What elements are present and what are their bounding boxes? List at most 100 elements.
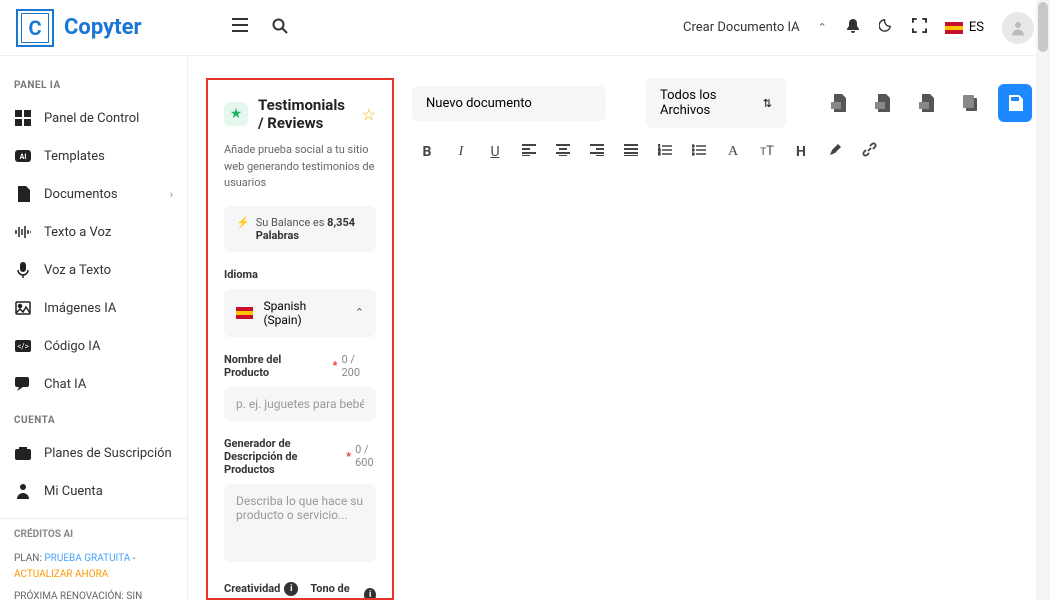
save-button[interactable] bbox=[998, 84, 1032, 122]
chevron-right-icon: › bbox=[170, 188, 173, 201]
upgrade-link[interactable]: ACTUALIZAR AHORA bbox=[14, 569, 108, 580]
flag-spain-icon bbox=[236, 307, 253, 319]
sidebar-section-panel: PANEL IA bbox=[0, 68, 187, 99]
plan-link[interactable]: PRUEBA GRATUITA bbox=[44, 553, 130, 564]
fullscreen-icon[interactable] bbox=[912, 18, 927, 37]
bold-button[interactable]: B bbox=[418, 144, 436, 160]
export-pdf-button[interactable] bbox=[866, 84, 900, 122]
editor-area: Todos los Archivos⇅ B I U 123 A bbox=[412, 78, 1032, 600]
font-button[interactable]: A bbox=[724, 144, 742, 160]
sidebar-item-label: Templates bbox=[44, 149, 105, 164]
sidebar-item-plans[interactable]: Planes de Suscripción bbox=[0, 434, 187, 472]
product-name-label: Nombre del Producto bbox=[224, 353, 328, 379]
sidebar-item-images[interactable]: Imágenes IA bbox=[0, 289, 187, 327]
template-description: Añade prueba social a tu sitio web gener… bbox=[224, 142, 376, 192]
template-title: Testimonials / Reviews bbox=[258, 96, 352, 132]
star-badge-icon: ★ bbox=[224, 102, 248, 126]
mic-icon bbox=[14, 261, 32, 279]
svg-text:</>: </> bbox=[17, 342, 29, 351]
sidebar-item-tts[interactable]: Texto a Voz bbox=[0, 213, 187, 251]
code-icon: </> bbox=[14, 337, 32, 355]
highlight-button[interactable] bbox=[826, 143, 844, 161]
language-select[interactable]: Spanish (Spain) ⌃ bbox=[224, 289, 376, 337]
sidebar-item-label: Código IA bbox=[44, 339, 100, 354]
sidebar-section-account: CUENTA bbox=[0, 403, 187, 434]
templates-icon: AI bbox=[14, 147, 32, 165]
sidebar-item-label: Documentos bbox=[44, 187, 118, 202]
sidebar-item-label: Voz a Texto bbox=[44, 263, 111, 278]
svg-text:AI: AI bbox=[20, 153, 27, 161]
italic-button[interactable]: I bbox=[452, 144, 470, 160]
align-center-button[interactable] bbox=[554, 144, 572, 160]
brand-name: Copyter bbox=[64, 15, 142, 40]
editor-toolbar: B I U 123 A TT H bbox=[412, 128, 1032, 175]
archive-value: Todos los Archivos bbox=[660, 88, 763, 118]
export-txt-button[interactable] bbox=[910, 84, 944, 122]
moon-icon[interactable] bbox=[879, 18, 894, 37]
documents-icon bbox=[14, 185, 32, 203]
sidebar-item-label: Mi Cuenta bbox=[44, 484, 103, 499]
sidebar: PANEL IA Panel de Control AI Templates D… bbox=[0, 56, 188, 600]
favorite-star-icon[interactable]: ☆ bbox=[362, 105, 376, 124]
language-value: Spanish (Spain) bbox=[263, 299, 344, 327]
dashboard-icon bbox=[14, 109, 32, 127]
align-justify-button[interactable] bbox=[622, 144, 640, 160]
product-desc-label: Generador de Descripción de Productos bbox=[224, 437, 342, 476]
link-button[interactable] bbox=[860, 142, 878, 161]
brand-logo[interactable]: C Copyter bbox=[16, 9, 142, 47]
chevron-up-icon: ⌃ bbox=[355, 306, 364, 319]
bell-icon[interactable] bbox=[845, 18, 861, 38]
align-left-button[interactable] bbox=[520, 144, 538, 160]
ordered-list-button[interactable]: 123 bbox=[656, 144, 674, 160]
create-document-link[interactable]: Crear Documento IA bbox=[683, 20, 800, 35]
plan-prefix: PLAN: bbox=[14, 553, 44, 564]
image-icon bbox=[14, 299, 32, 317]
language-code: ES bbox=[969, 20, 984, 35]
info-icon[interactable]: i bbox=[284, 582, 298, 596]
archive-select[interactable]: Todos los Archivos⇅ bbox=[646, 78, 786, 128]
sidebar-item-label: Imágenes IA bbox=[44, 301, 116, 316]
flag-spain-icon bbox=[945, 22, 963, 34]
info-icon[interactable]: i bbox=[364, 588, 376, 600]
copy-button[interactable] bbox=[954, 84, 988, 122]
user-avatar[interactable] bbox=[1002, 12, 1034, 44]
sidebar-item-dashboard[interactable]: Panel de Control bbox=[0, 99, 187, 137]
align-right-button[interactable] bbox=[588, 144, 606, 160]
page-scrollbar[interactable] bbox=[1036, 0, 1050, 600]
sidebar-item-label: Panel de Control bbox=[44, 111, 139, 126]
sidebar-item-templates[interactable]: AI Templates bbox=[0, 137, 187, 175]
app-header: C Copyter Crear Documento IA ⌃ ES bbox=[0, 0, 1050, 56]
heading-button[interactable]: H bbox=[792, 144, 810, 160]
tone-label: Tono de voz bbox=[310, 582, 360, 600]
chevron-up-icon[interactable]: ⌃ bbox=[818, 21, 827, 34]
credits-section: CRÉDITOS AI PLAN: PRUEBA GRATUITA - ACTU… bbox=[0, 527, 187, 600]
sort-icon: ⇅ bbox=[763, 97, 772, 110]
sidebar-item-label: Planes de Suscripción bbox=[44, 446, 172, 461]
product-name-input[interactable] bbox=[224, 387, 376, 421]
export-word-button[interactable] bbox=[822, 84, 856, 122]
creativity-label: Creatividad bbox=[224, 582, 280, 595]
template-form-panel: ★ Testimonials / Reviews ☆ Añade prueba … bbox=[206, 78, 394, 600]
sidebar-item-account[interactable]: Mi Cuenta bbox=[0, 472, 187, 510]
menu-toggle-icon[interactable] bbox=[232, 18, 248, 38]
sidebar-item-code[interactable]: </> Código IA bbox=[0, 327, 187, 365]
product-desc-input[interactable] bbox=[224, 484, 376, 562]
document-name-input[interactable] bbox=[412, 86, 606, 121]
font-size-button[interactable]: TT bbox=[758, 144, 776, 159]
renewal-text: PRÓXIMA RENOVACIÓN: SIN RENOVACIÓN bbox=[14, 589, 173, 600]
underline-button[interactable]: U bbox=[486, 144, 504, 160]
plans-icon bbox=[14, 444, 32, 462]
unordered-list-button[interactable] bbox=[690, 144, 708, 160]
language-selector[interactable]: ES bbox=[945, 20, 984, 35]
sidebar-item-stt[interactable]: Voz a Texto bbox=[0, 251, 187, 289]
search-icon[interactable] bbox=[272, 18, 288, 38]
credits-title: CRÉDITOS AI bbox=[14, 527, 173, 543]
sidebar-item-chat[interactable]: Chat IA bbox=[0, 365, 187, 403]
account-icon bbox=[14, 482, 32, 500]
logo-letter: C bbox=[21, 13, 48, 43]
svg-text:3: 3 bbox=[658, 151, 660, 156]
scrollbar-thumb[interactable] bbox=[1038, 2, 1048, 52]
chat-icon bbox=[14, 375, 32, 393]
sidebar-item-documents[interactable]: Documentos › bbox=[0, 175, 187, 213]
soundwave-icon bbox=[14, 223, 32, 241]
